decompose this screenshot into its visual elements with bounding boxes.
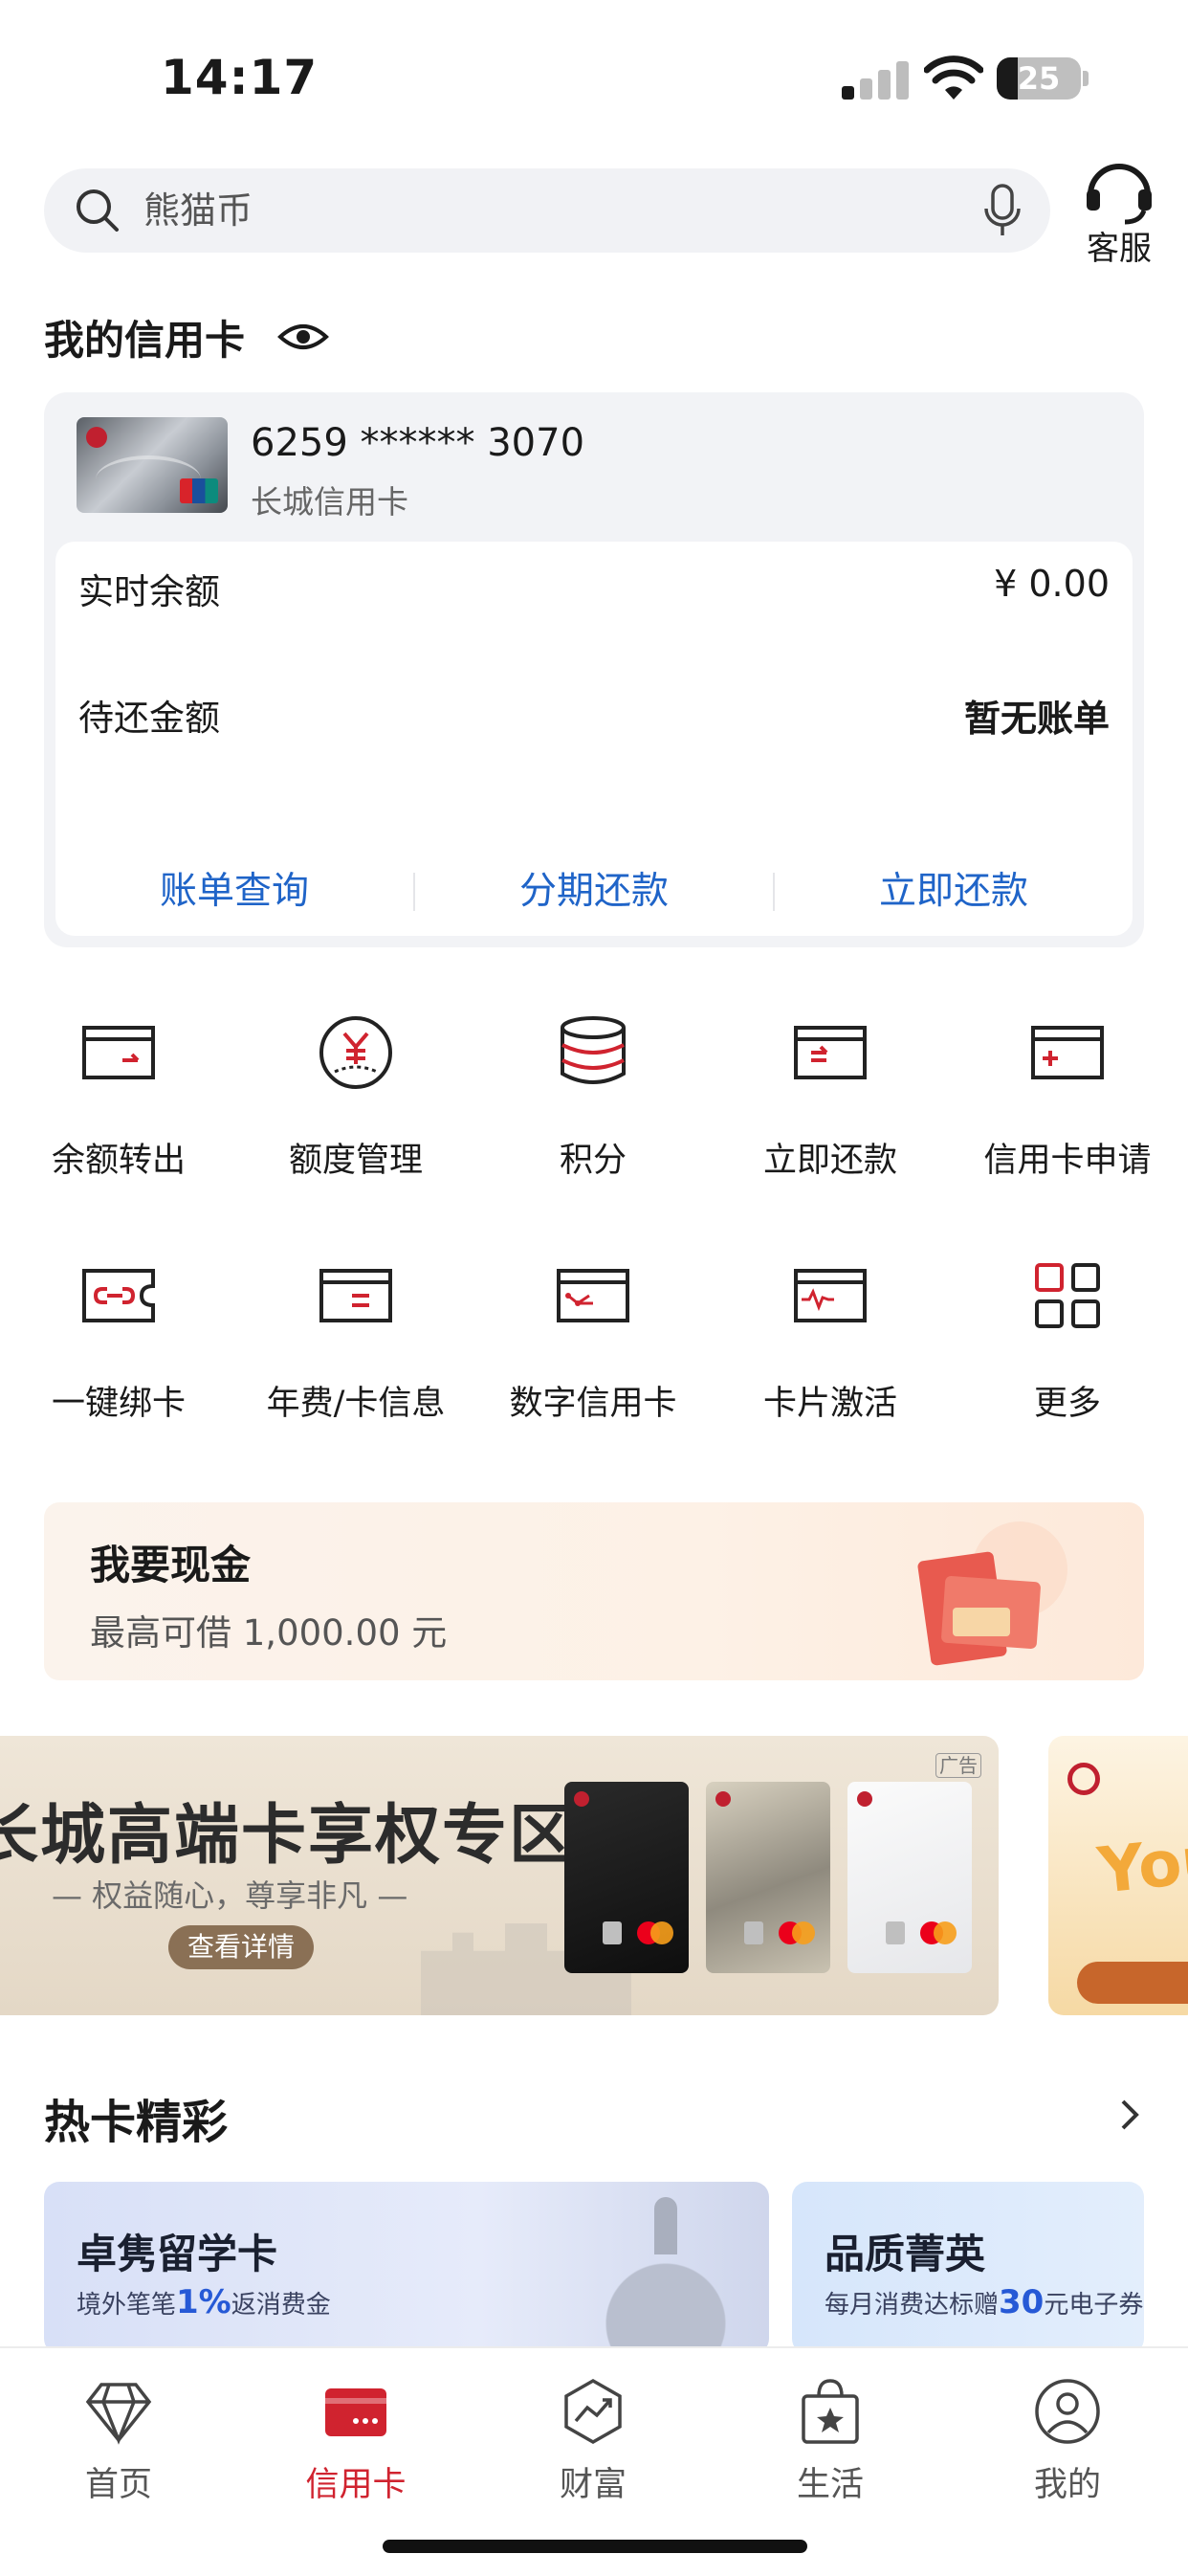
headset-icon [1087,164,1152,225]
customer-service-button[interactable]: 客服 [1071,153,1167,268]
my-cards-title: 我的信用卡 [44,317,246,364]
bill-query-button[interactable]: 账单查询 [55,863,413,921]
installment-button[interactable]: 分期还款 [415,863,773,921]
money-stack-icon [886,1521,1067,1675]
grid-label: 余额转出 [51,1142,186,1180]
hot-card-desc: 境外笔笔1%返消费金 [77,2283,331,2321]
microphone-icon[interactable] [981,182,1023,239]
battery-level: 25 [1017,60,1061,97]
search-placeholder: 熊猫币 [143,189,253,232]
promo2-text: You [1094,1821,1188,1908]
due-label: 待还金额 [78,698,220,739]
promo2-bar [1077,1962,1188,2004]
grid-item-bind-card[interactable]: 一键绑卡 [0,1257,237,1449]
tab-wealth[interactable]: 财富 [474,2362,712,2515]
promo-banner[interactable]: 长城高端卡享权专区 — 权益随心，尊享非凡 — 查看详情 广告 [0,1736,999,2015]
card-summary: 实时余额 ¥ 0.00 待还金额 暂无账单 账单查询 分期还款 立即还款 [55,542,1133,936]
balance-value: ¥ 0.00 [994,563,1110,605]
card-bind-icon [82,1269,155,1322]
grid-label: 一键绑卡 [51,1385,186,1423]
points-stack-icon [561,1016,626,1084]
grid-label: 立即还款 [762,1142,897,1180]
more-grid-icon [1035,1263,1100,1328]
hot-cards-title: 热卡精彩 [44,2096,229,2149]
balance-label: 实时余额 [78,571,220,612]
search-icon [77,189,119,232]
grid-item-card-info[interactable]: 年费/卡信息 [237,1257,474,1449]
grid-label: 数字信用卡 [509,1385,677,1423]
digital-card-icon [557,1269,629,1322]
tab-home[interactable]: 首页 [0,2362,237,2515]
grid-item-apply[interactable]: 信用卡申请 [949,1014,1186,1206]
credit-card-icon [325,2388,386,2436]
grid-item-balance-transfer[interactable]: 余额转出 [0,1014,237,1206]
grid-label: 更多 [1033,1385,1101,1423]
tab-label: 财富 [559,2466,627,2504]
cash-subtitle: 最高可借 1,000.00 元 [90,1612,448,1654]
cash-title: 我要现金 [90,1542,252,1588]
due-value: 暂无账单 [963,698,1110,740]
home-indicator [383,2540,807,2553]
promo-banner-next[interactable]: You [1048,1736,1188,2015]
card-apply-icon [1031,1026,1104,1079]
cash-loan-banner[interactable]: 我要现金 最高可借 1,000.00 元 [44,1502,1144,1680]
card-thumbnail [77,417,228,513]
shopping-bag-icon [802,2379,859,2444]
grid-label: 卡片激活 [762,1385,897,1423]
user-icon [1035,2379,1100,2444]
diamond-icon [85,2383,152,2445]
tab-life[interactable]: 生活 [712,2362,949,2515]
hot-card-elite[interactable]: 品质菁英 每月消费达标赠30元电子券 [792,2182,1144,2354]
credit-card-panel[interactable]: 6259 ****** 3070 长城信用卡 实时余额 ¥ 0.00 待还金额 … [44,392,1144,947]
battery-tip [1083,71,1089,86]
tab-label: 首页 [84,2466,152,2504]
promo-subtitle: — 权益随心，尊享非凡 — [52,1877,408,1914]
hot-card-study-abroad[interactable]: 卓隽留学卡 境外笔笔1%返消费金 [44,2182,769,2354]
grid-label: 信用卡申请 [983,1142,1152,1180]
grid-item-points[interactable]: 积分 [474,1014,712,1206]
signal-icon [842,59,909,100]
black-card-image [564,1782,689,1973]
grid-label: 年费/卡信息 [266,1385,446,1423]
grid-item-activate[interactable]: 卡片激活 [712,1257,949,1449]
tab-mine[interactable]: 我的 [949,2362,1186,2515]
search-input[interactable]: 熊猫币 [44,168,1050,253]
status-time: 14:17 [161,50,319,105]
status-bar: 14:17 25 [0,0,1188,153]
tab-label: 信用卡 [305,2466,407,2504]
tab-label: 我的 [1033,2466,1101,2504]
customer-service-label: 客服 [1087,230,1152,268]
wealth-chart-icon [564,2378,622,2445]
yuan-limit-icon [319,1016,392,1089]
hot-card-name: 卓隽留学卡 [77,2231,278,2277]
promo-title: 长城高端卡享权专区 [0,1798,577,1874]
grid-label: 额度管理 [288,1142,423,1180]
card-info-icon [319,1269,392,1322]
card-name: 长城信用卡 [251,483,408,521]
card-activate-icon [794,1269,867,1322]
bank-logo-icon [1067,1763,1100,1795]
grid-item-repay[interactable]: 立即还款 [712,1014,949,1206]
promo-details-button[interactable]: 查看详情 [168,1925,314,1969]
card-repay-icon [794,1026,867,1079]
tab-label: 生活 [796,2466,864,2504]
eye-icon[interactable] [277,316,329,358]
wifi-icon [924,56,983,100]
card-number: 6259 ****** 3070 [251,421,585,465]
gold-card-image [706,1782,830,1973]
grid-item-limit[interactable]: 额度管理 [237,1014,474,1206]
battery-icon: 25 [997,57,1081,100]
grid-item-more[interactable]: 更多 [949,1257,1186,1449]
white-card-image [847,1782,972,1973]
chevron-right-icon[interactable] [1115,2096,1144,2134]
hot-card-name: 品质菁英 [825,2231,986,2277]
repay-now-button[interactable]: 立即还款 [775,863,1133,921]
card-actions: 账单查询 分期还款 立即还款 [55,863,1133,921]
grid-item-digital-card[interactable]: 数字信用卡 [474,1257,712,1449]
grid-label: 积分 [559,1142,627,1180]
tab-credit-card[interactable]: 信用卡 [237,2362,474,2515]
ad-badge: 广告 [935,1753,981,1778]
card-transfer-out-icon [82,1026,155,1079]
hot-card-desc: 每月消费达标赠30元电子券 [825,2283,1144,2321]
